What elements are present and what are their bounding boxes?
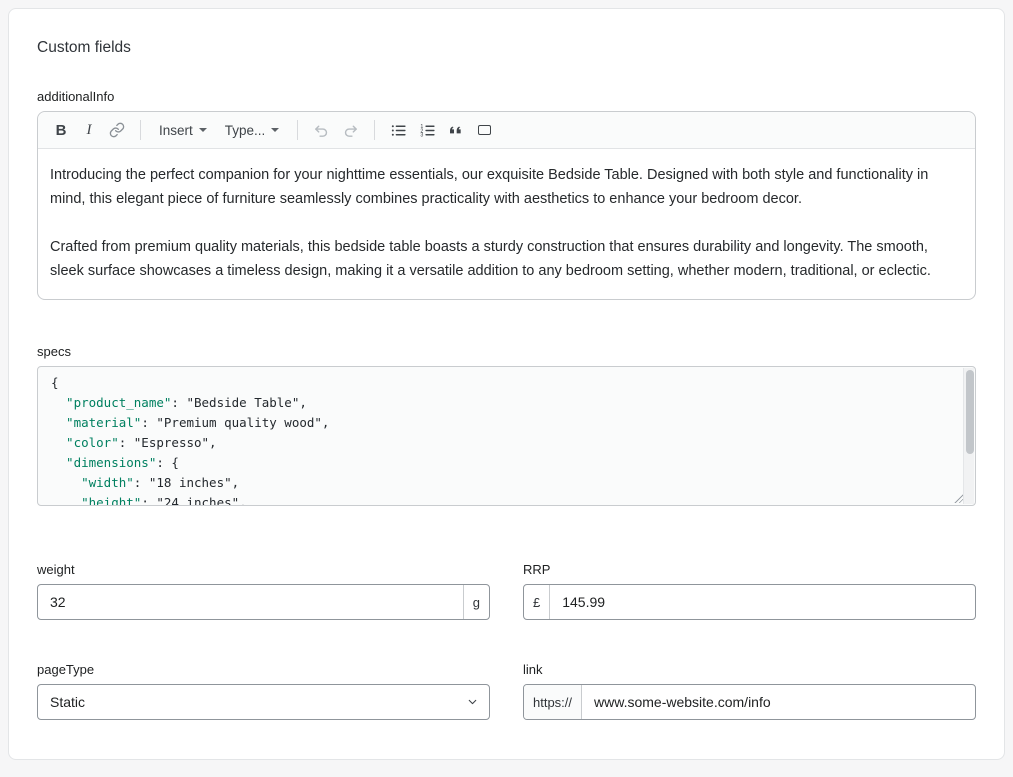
field-link: link https:// — [523, 662, 976, 720]
code-line: { — [51, 373, 953, 393]
toolbar-divider — [374, 120, 375, 140]
code-key: "width" — [51, 475, 134, 490]
rrp-label: RRP — [523, 562, 976, 577]
code-text: : "Premium quality wood", — [141, 415, 329, 430]
bullet-list-button[interactable] — [385, 116, 412, 144]
bullet-list-icon — [390, 122, 407, 139]
code-text: : "Espresso", — [119, 435, 217, 450]
custom-fields-panel: Custom fields additionalInfo B I Inse — [8, 8, 1005, 760]
code-line: "product_name": "Bedside Table", — [51, 393, 953, 413]
code-text: : "24 inches", — [141, 495, 246, 506]
type-dropdown-label: Type... — [225, 123, 266, 138]
blockquote-icon — [448, 122, 464, 138]
page-type-select-wrap: Static — [37, 684, 490, 720]
redo-icon — [342, 122, 359, 139]
code-line: "material": "Premium quality wood", — [51, 413, 953, 433]
link-label: link — [523, 662, 976, 677]
resize-handle[interactable] — [953, 493, 963, 503]
code-key: "color" — [51, 435, 119, 450]
undo-icon — [313, 122, 330, 139]
toolbar-divider — [297, 120, 298, 140]
insert-dropdown[interactable]: Insert — [151, 116, 215, 144]
rrp-input[interactable] — [550, 585, 975, 619]
link-button[interactable] — [104, 116, 130, 144]
link-input[interactable] — [582, 685, 975, 719]
page-type-select[interactable]: Static — [37, 684, 490, 720]
weight-input[interactable] — [38, 585, 463, 619]
chevron-down-icon — [199, 128, 207, 132]
link-input-group: https:// — [523, 684, 976, 720]
frame-button[interactable] — [471, 116, 497, 144]
protocol-prefix: https:// — [524, 685, 582, 719]
frame-icon — [478, 125, 491, 135]
blockquote-button[interactable] — [443, 116, 469, 144]
code-key: "height" — [51, 495, 141, 506]
rich-text-editor: B I Insert Type... — [37, 111, 976, 300]
code-text: : { — [156, 455, 179, 470]
code-key: "dimensions" — [51, 455, 156, 470]
code-line: "height": "24 inches", — [51, 493, 953, 506]
numbered-list-button[interactable]: 1 2 3 — [414, 116, 441, 144]
insert-dropdown-label: Insert — [159, 123, 193, 138]
code-key: "product_name" — [51, 395, 171, 410]
additional-info-label: additionalInfo — [37, 89, 976, 104]
field-specs: specs { "product_name": "Bedside Table",… — [37, 344, 976, 506]
specs-textarea[interactable]: { "product_name": "Bedside Table", "mate… — [37, 366, 976, 506]
chevron-down-icon — [271, 128, 279, 132]
row-pagetype-link: pageType Static link https:// — [37, 662, 976, 720]
scrollbar-track[interactable] — [963, 368, 974, 504]
editor-content[interactable]: Introducing the perfect companion for yo… — [38, 149, 975, 299]
code-line: "dimensions": { — [51, 453, 953, 473]
code-line: "color": "Espresso", — [51, 433, 953, 453]
toolbar-divider — [140, 120, 141, 140]
field-rrp: RRP £ — [523, 562, 976, 620]
currency-prefix: £ — [524, 585, 550, 619]
editor-toolbar: B I Insert Type... — [38, 112, 975, 149]
field-page-type: pageType Static — [37, 662, 490, 720]
editor-paragraph: Introducing the perfect companion for yo… — [50, 163, 963, 211]
code-line: "width": "18 inches", — [51, 473, 953, 493]
specs-label: specs — [37, 344, 976, 359]
weight-label: weight — [37, 562, 490, 577]
italic-button[interactable]: I — [76, 116, 102, 144]
rrp-input-group: £ — [523, 584, 976, 620]
type-dropdown[interactable]: Type... — [217, 116, 288, 144]
bold-button[interactable]: B — [48, 116, 74, 144]
editor-paragraph: Crafted from premium quality materials, … — [50, 235, 963, 283]
field-additional-info: additionalInfo B I Insert — [37, 89, 976, 300]
numbered-list-icon: 1 2 3 — [419, 122, 436, 139]
link-icon — [109, 122, 125, 138]
undo-button[interactable] — [308, 116, 335, 144]
scrollbar-thumb[interactable] — [966, 370, 974, 454]
redo-button[interactable] — [337, 116, 364, 144]
code-text: : "18 inches", — [134, 475, 239, 490]
code-text: { — [51, 375, 59, 390]
code-key: "material" — [51, 415, 141, 430]
code-text: : "Bedside Table", — [171, 395, 306, 410]
field-weight: weight g — [37, 562, 490, 620]
row-weight-rrp: weight g RRP £ — [37, 562, 976, 620]
panel-title: Custom fields — [37, 39, 976, 57]
weight-input-group: g — [37, 584, 490, 620]
weight-unit-suffix: g — [463, 585, 489, 619]
page-type-label: pageType — [37, 662, 490, 677]
svg-text:3: 3 — [421, 132, 424, 138]
